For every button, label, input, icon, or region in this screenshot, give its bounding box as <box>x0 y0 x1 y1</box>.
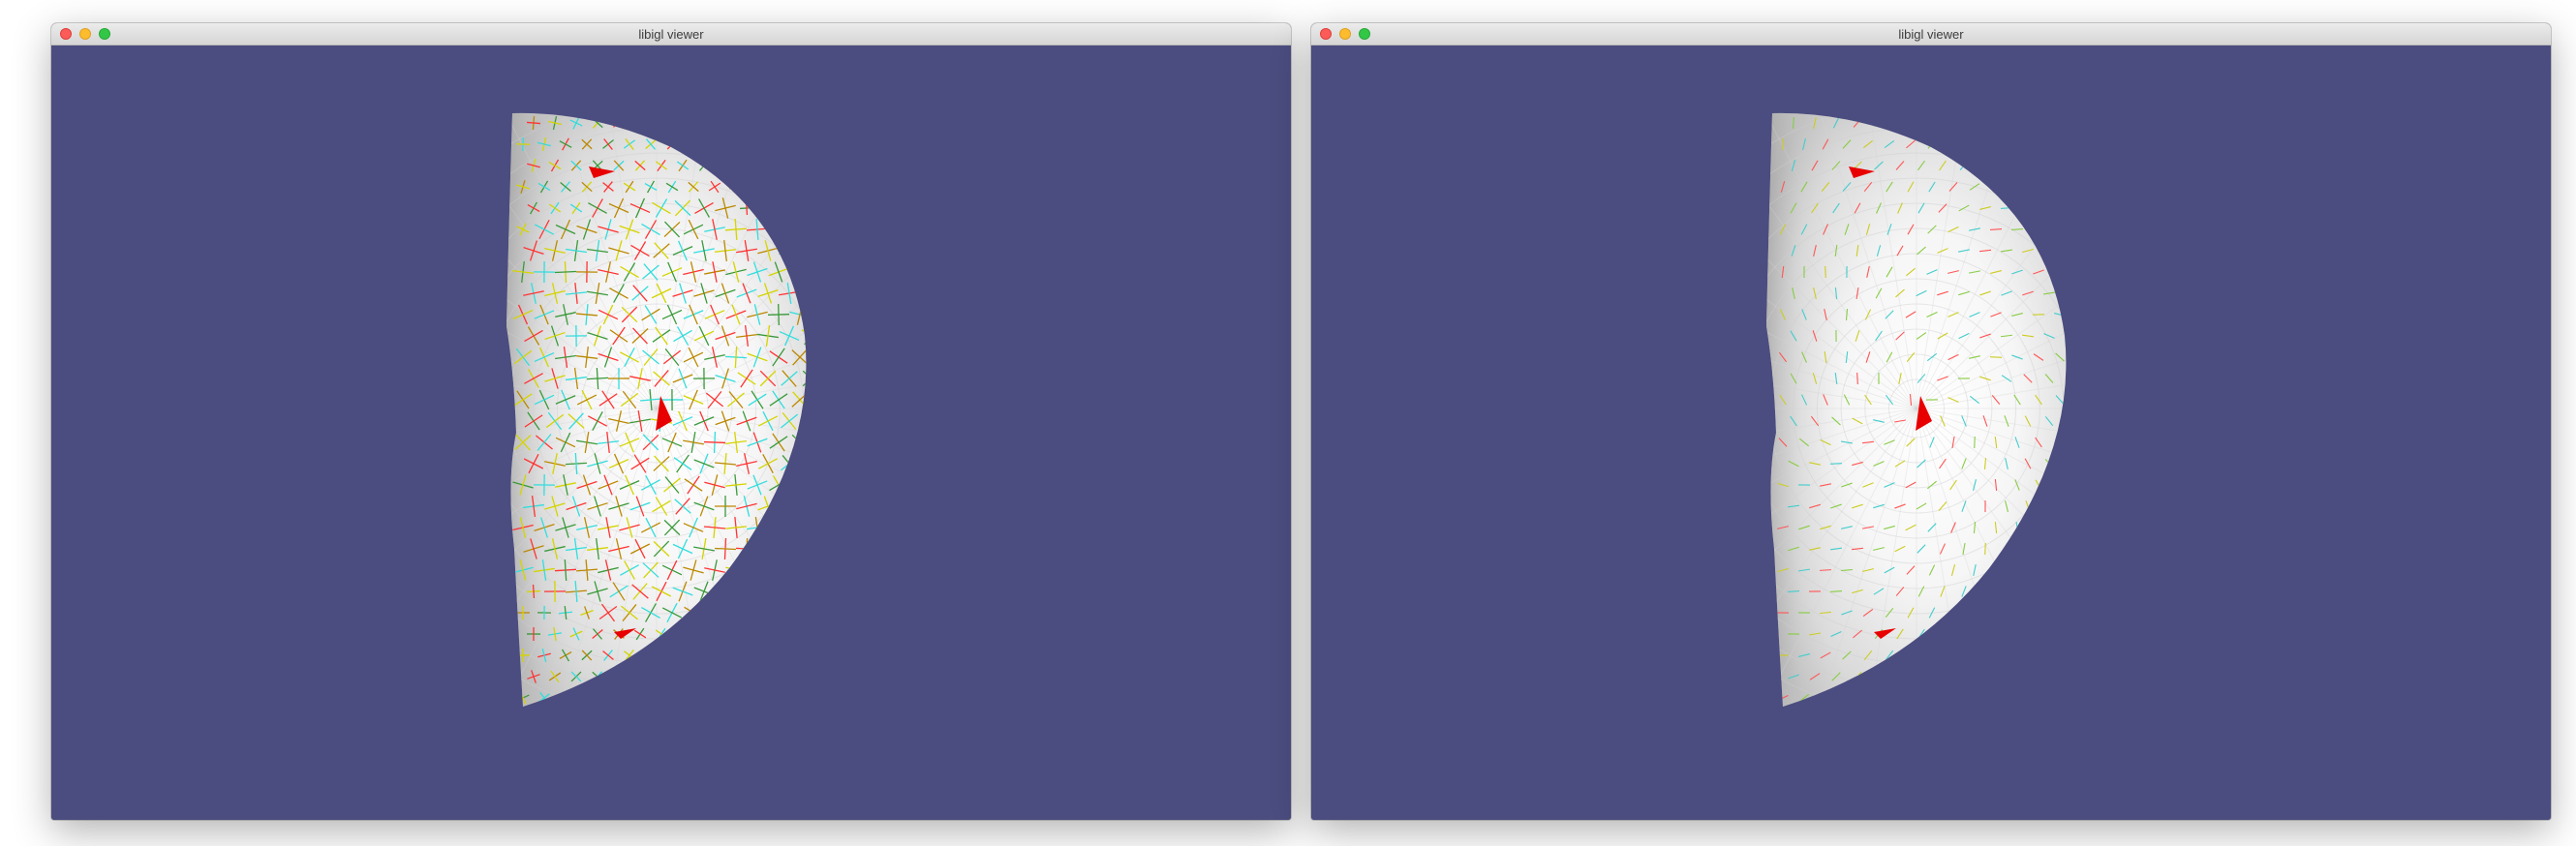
viewer-window-left[interactable]: libigl viewer <box>51 23 1291 820</box>
window-title: libigl viewer <box>1898 27 1964 42</box>
hemisphere-mesh-render[interactable] <box>51 45 1291 820</box>
mesh-wireframe <box>506 112 807 707</box>
window-title: libigl viewer <box>638 27 704 42</box>
viewer-window-right[interactable]: libigl viewer <box>1311 23 2551 820</box>
mesh-wireframe <box>1766 112 2067 707</box>
3d-viewport[interactable] <box>1311 45 2551 820</box>
3d-viewport[interactable] <box>51 45 1291 820</box>
hemisphere-mesh-render[interactable] <box>1311 45 2551 820</box>
title-bar[interactable]: libigl viewer <box>51 23 1291 45</box>
title-bar[interactable]: libigl viewer <box>1311 23 2551 45</box>
